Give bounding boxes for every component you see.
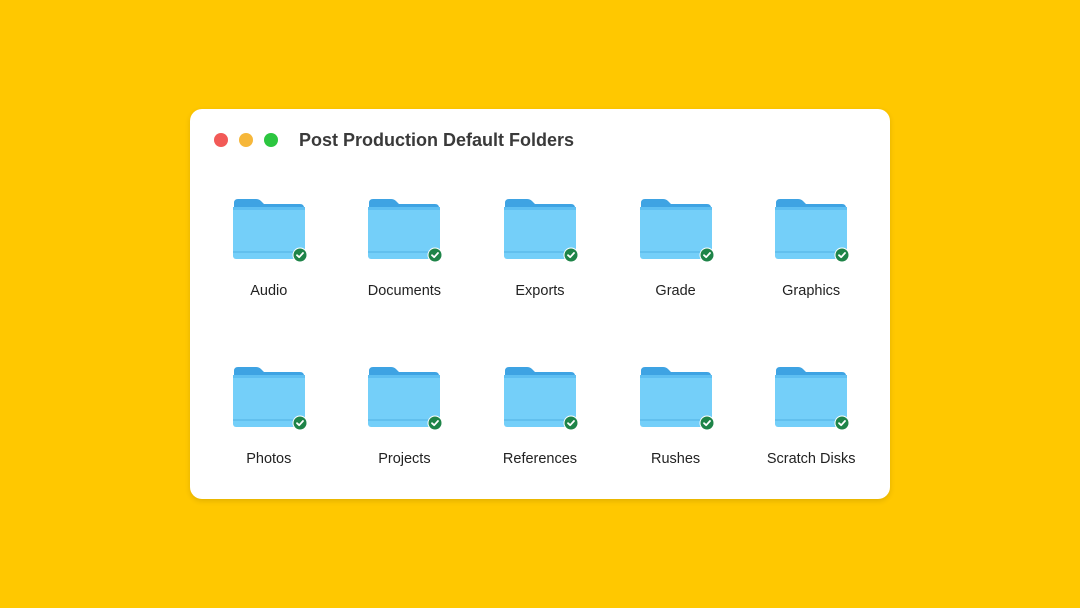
folder-label: Grade: [655, 283, 696, 299]
folder-icon: [774, 365, 850, 431]
folder-grid: Audio Documents Exports Grade Graphics P…: [201, 197, 879, 467]
folder-item[interactable]: Scratch Disks: [743, 365, 879, 467]
folder-item[interactable]: Audio: [201, 197, 337, 299]
folder-label: Documents: [367, 283, 442, 299]
folder-label: Audio: [250, 283, 288, 299]
folder-item[interactable]: References: [472, 365, 608, 467]
zoom-button[interactable]: [264, 133, 278, 147]
check-badge-icon: [834, 415, 850, 431]
folder-icon: [503, 365, 579, 431]
window-title: Post Production Default Folders: [299, 130, 575, 150]
check-badge-icon: [563, 247, 579, 263]
folder-item[interactable]: Rushes: [608, 365, 744, 467]
check-badge-icon: [834, 247, 850, 263]
check-badge-icon: [699, 247, 715, 263]
folder-icon: [232, 197, 308, 263]
folder-item[interactable]: Exports: [472, 197, 608, 299]
folder-label: Projects: [378, 451, 431, 467]
check-badge-icon: [292, 247, 308, 263]
folder-icon: [639, 197, 715, 263]
folder-item[interactable]: Photos: [201, 365, 337, 467]
folder-label: Rushes: [650, 451, 701, 467]
check-badge-icon: [563, 415, 579, 431]
folder-icon: [367, 197, 443, 263]
folder-label: Photos: [246, 451, 292, 467]
check-badge-icon: [699, 415, 715, 431]
minimize-button[interactable]: [239, 133, 253, 147]
window-controls: [214, 133, 278, 147]
folder-item[interactable]: Projects: [337, 365, 473, 467]
folder-icon: [232, 365, 308, 431]
folder-icon: [774, 197, 850, 263]
finder-window: Post Production Default Folders Audio Do…: [190, 109, 890, 499]
folder-label: References: [502, 451, 578, 467]
folder-label: Scratch Disks: [766, 451, 856, 467]
check-badge-icon: [427, 247, 443, 263]
close-button[interactable]: [214, 133, 228, 147]
folder-item[interactable]: Documents: [337, 197, 473, 299]
check-badge-icon: [292, 415, 308, 431]
check-badge-icon: [427, 415, 443, 431]
folder-label: Graphics: [782, 283, 841, 299]
folder-icon: [503, 197, 579, 263]
folder-icon: [639, 365, 715, 431]
folder-icon: [367, 365, 443, 431]
folder-label: Exports: [515, 283, 565, 299]
folder-item[interactable]: Grade: [608, 197, 744, 299]
folder-item[interactable]: Graphics: [743, 197, 879, 299]
